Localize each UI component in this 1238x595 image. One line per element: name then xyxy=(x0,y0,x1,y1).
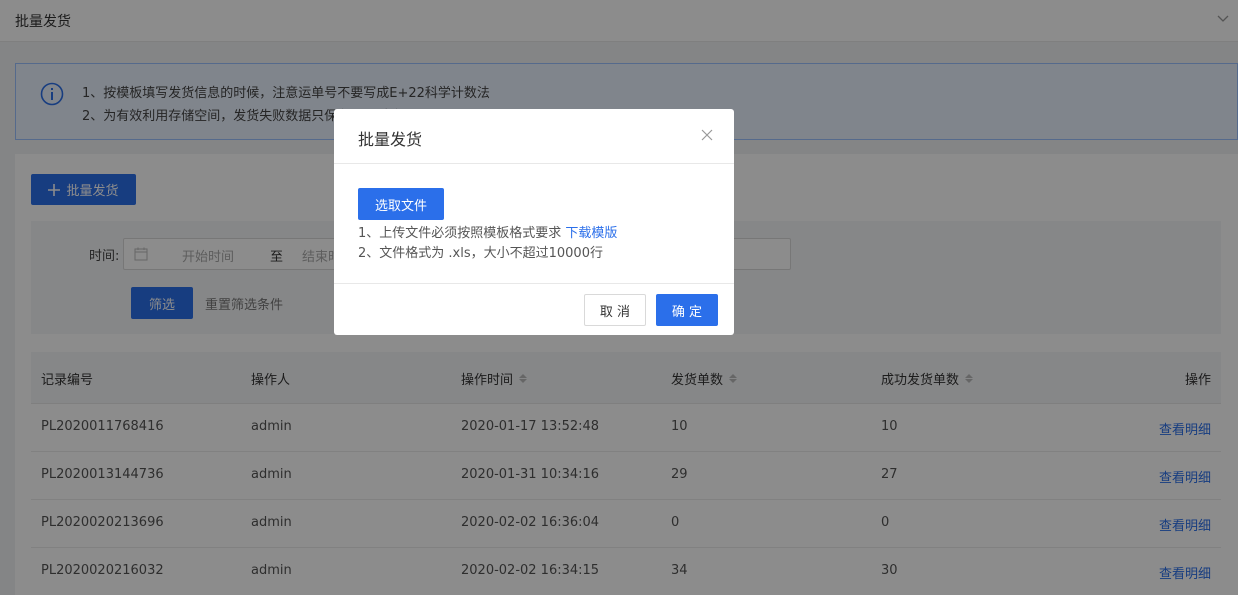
upload-requirement-1: 1、上传文件必须按照模板格式要求 下载模版 xyxy=(358,226,618,241)
download-template-link[interactable]: 下载模版 xyxy=(565,226,617,241)
cancel-button[interactable]: 取 消 xyxy=(584,294,646,326)
dialog-title: 批量发货 xyxy=(358,130,423,149)
dialog-header: 批量发货 xyxy=(334,109,734,164)
upload-requirement-2: 2、文件格式为 .xls，大小不超过10000行 xyxy=(358,246,603,261)
confirm-button[interactable]: 确 定 xyxy=(656,294,718,326)
close-icon[interactable] xyxy=(700,128,714,142)
page: 批量发货 1、按模板填写发货信息的时候，注意运单号不要写成E+22科学计数法 2… xyxy=(0,0,1238,595)
batch-ship-dialog: 批量发货 选取文件 1、上传文件必须按照模板格式要求 下载模版 2、文件格式为 … xyxy=(334,109,734,335)
choose-file-button[interactable]: 选取文件 xyxy=(358,188,444,220)
dialog-footer: 取 消 确 定 xyxy=(334,283,734,335)
dialog-body: 选取文件 1、上传文件必须按照模板格式要求 下载模版 2、文件格式为 .xls，… xyxy=(334,164,734,283)
